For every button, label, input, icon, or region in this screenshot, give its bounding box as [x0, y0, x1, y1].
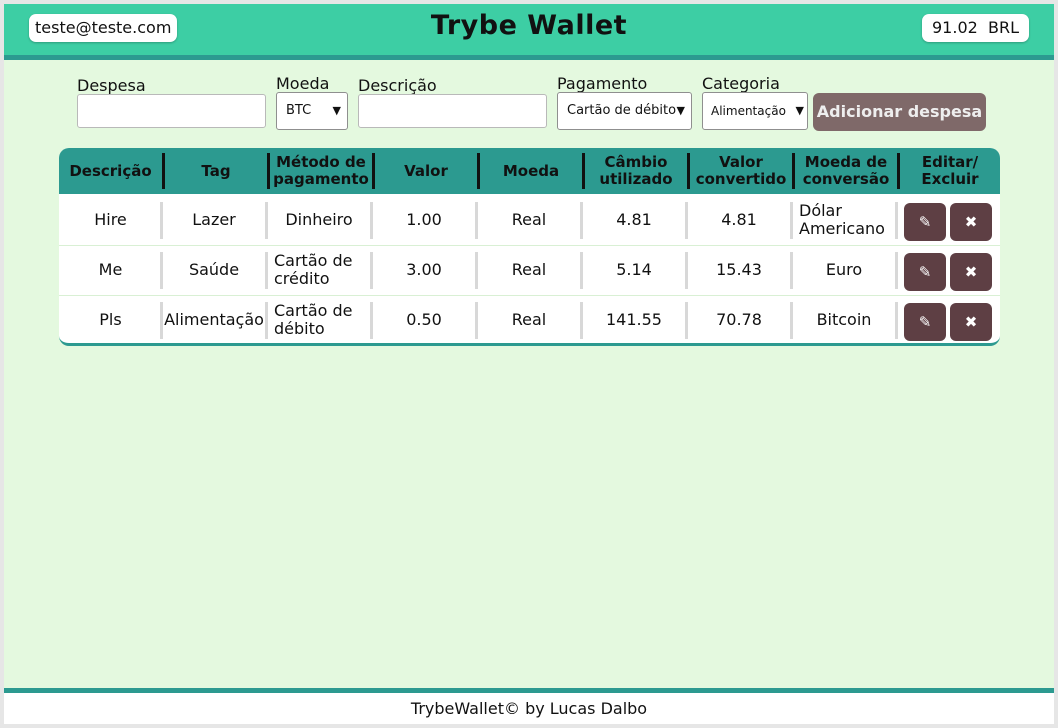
cell-value: 1.00: [406, 210, 442, 229]
cell-rate: 141.55: [606, 310, 662, 329]
footer-text: TrybeWallet© by Lucas Dalbo: [410, 699, 648, 718]
cell-converted: 4.81: [721, 210, 757, 229]
header-actions-line2: Excluir: [921, 170, 979, 188]
cell-currency: Real: [511, 210, 547, 229]
payment-select[interactable]: Cartão de débito ▼: [557, 92, 692, 130]
close-icon: ✖: [964, 213, 978, 231]
description-input[interactable]: [358, 94, 547, 128]
cell-conversion-currency: Dólar Americano: [793, 195, 895, 245]
cell-conversion-currency: Bitcoin: [793, 295, 895, 343]
cell-conv-line1: Euro: [825, 260, 863, 279]
edit-button[interactable]: ✎: [904, 253, 946, 291]
category-select[interactable]: Alimentação ▼: [702, 92, 808, 130]
currency-label: Moeda: [276, 74, 330, 93]
header-rate-line2: utilizado: [599, 170, 673, 188]
delete-button[interactable]: ✖: [950, 203, 992, 241]
cell-description: Pls: [99, 310, 122, 329]
edit-button[interactable]: ✎: [904, 303, 946, 341]
cell-divider: [895, 252, 898, 289]
cell-rate: 4.81: [616, 210, 652, 229]
header-method-line2: pagamento: [273, 170, 369, 188]
cell-method: Cartão de crédito: [268, 245, 370, 295]
app-title: Trybe Wallet: [430, 10, 628, 41]
cell-converted: 15.43: [716, 260, 762, 279]
header: teste@teste.com Trybe Wallet 91.02 BRL: [4, 4, 1054, 60]
header-conversion-currency: Moeda de conversão: [795, 148, 897, 194]
pencil-icon: ✎: [918, 213, 932, 231]
header-rate: Câmbio utilizado: [585, 148, 687, 194]
cell-method: Cartão de débito: [268, 295, 370, 343]
cell-method-line1: Cartão de: [274, 301, 353, 320]
category-label: Categoria: [702, 74, 780, 93]
expenses-table: Descrição Tag Método de pagamento Valor M…: [59, 148, 1000, 346]
cell-value: 0.50: [406, 310, 442, 329]
close-icon: ✖: [964, 263, 978, 281]
pencil-icon: ✎: [918, 313, 932, 331]
total-value: 91.02: [932, 18, 978, 37]
close-icon: ✖: [964, 313, 978, 331]
header-conv-line1: Moeda de: [804, 153, 888, 171]
header-value: Valor: [404, 161, 448, 180]
header-converted: Valor convertido: [690, 148, 792, 194]
header-tag: Tag: [201, 161, 231, 180]
expense-label: Despesa: [77, 76, 146, 95]
cell-tag: Alimentação: [164, 310, 264, 329]
header-converted-line2: convertido: [695, 170, 787, 188]
cell-conv-line1: Dólar: [799, 201, 842, 220]
cell-converted: 70.78: [716, 310, 762, 329]
table-row: Me Saúde Cartão de crédito 3.00 Real 5.14…: [59, 245, 1000, 296]
category-select-value: Alimentação: [711, 104, 786, 118]
header-currency: Moeda: [502, 161, 560, 180]
cell-currency: Real: [511, 260, 547, 279]
cell-divider: [895, 202, 898, 239]
total-currency: BRL: [987, 18, 1019, 37]
cell-conv-line1: Bitcoin: [816, 310, 872, 329]
cell-method-line2: crédito: [274, 269, 330, 288]
cell-rate: 5.14: [616, 260, 652, 279]
cell-description: Hire: [94, 210, 127, 229]
add-expense-button[interactable]: Adicionar despesa: [813, 93, 986, 131]
cell-divider: [895, 302, 898, 339]
delete-button[interactable]: ✖: [950, 303, 992, 341]
cell-description: Me: [98, 260, 123, 279]
cell-method-line1: Cartão de: [274, 251, 353, 270]
cell-tag: Lazer: [192, 210, 236, 229]
cell-method-line2: débito: [274, 319, 325, 338]
footer: TrybeWallet© by Lucas Dalbo: [4, 688, 1054, 724]
currency-select-value: BTC: [286, 103, 312, 118]
header-conv-line2: conversão: [802, 170, 890, 188]
app-frame: teste@teste.com Trybe Wallet 91.02 BRL D…: [4, 4, 1054, 724]
cell-tag: Saúde: [188, 260, 240, 279]
cell-conversion-currency: Euro: [793, 245, 895, 295]
delete-button[interactable]: ✖: [950, 253, 992, 291]
payment-select-value: Cartão de débito: [567, 103, 677, 118]
currency-select[interactable]: BTC ▼: [276, 92, 348, 130]
table-row: Hire Lazer Dinheiro 1.00 Real 4.81 4.81 …: [59, 195, 1000, 246]
pencil-icon: ✎: [918, 263, 932, 281]
chevron-down-icon: ▼: [332, 104, 341, 117]
header-rate-line1: Câmbio: [604, 153, 668, 171]
chevron-down-icon: ▼: [795, 104, 804, 117]
cell-conv-line2: Americano: [799, 219, 885, 238]
expense-input[interactable]: [77, 94, 266, 128]
cell-value: 3.00: [406, 260, 442, 279]
header-converted-line1: Valor: [719, 153, 763, 171]
cell-method: Dinheiro: [268, 195, 370, 245]
header-method: Método de pagamento: [270, 148, 372, 194]
payment-label: Pagamento: [557, 74, 648, 93]
cell-currency: Real: [511, 310, 547, 329]
header-actions: Editar/Excluir: [900, 148, 1000, 194]
edit-button[interactable]: ✎: [904, 203, 946, 241]
table-header: Descrição Tag Método de pagamento Valor M…: [59, 148, 1000, 194]
table-row: Pls Alimentação Cartão de débito 0.50 Rea…: [59, 295, 1000, 343]
description-label: Descrição: [358, 76, 437, 95]
header-method-line1: Método de: [276, 153, 366, 171]
cell-method-line1: Dinheiro: [285, 210, 353, 229]
total-expenses: 91.02 BRL: [922, 14, 1029, 42]
chevron-down-icon: ▼: [676, 104, 685, 117]
header-description: Descrição: [69, 161, 152, 180]
header-actions-line1: Editar/: [921, 153, 979, 171]
